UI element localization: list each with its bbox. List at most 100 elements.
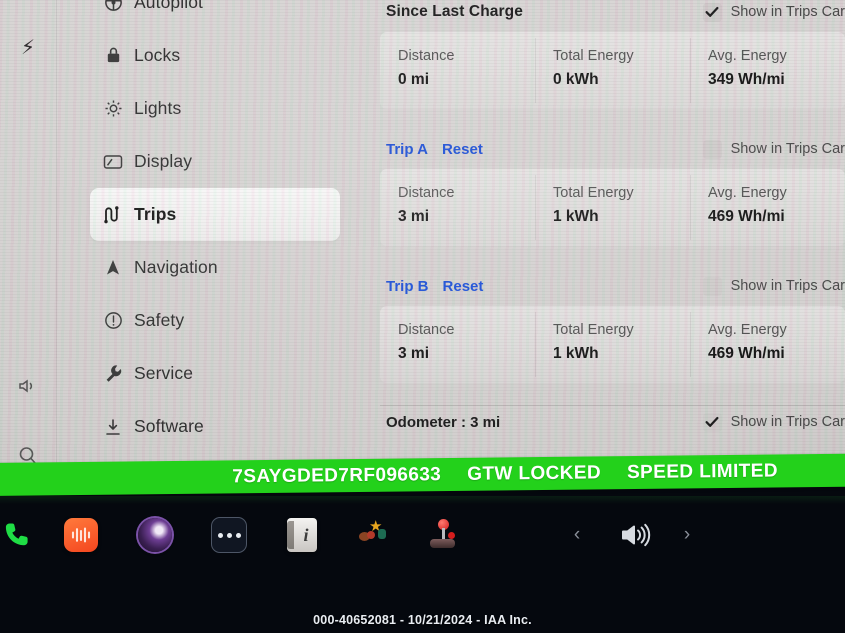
- stat-label: Distance: [398, 185, 455, 201]
- show-in-trips-card-toggle-trip-b[interactable]: Show in Trips Car: [702, 276, 845, 296]
- sidebar-item-label: Trips: [134, 204, 177, 224]
- sidebar-item-navigation[interactable]: Navigation: [90, 241, 340, 294]
- odometer-value: Odometer : 3 mi: [386, 413, 501, 431]
- wrench-icon: [100, 361, 126, 387]
- media-icon: [64, 518, 98, 552]
- stat-cell-total-energy: Total Energy 0 kWh: [535, 32, 690, 109]
- stat-value: 0 kWh: [553, 71, 599, 88]
- camera-icon: [138, 518, 172, 552]
- checkbox-unchecked[interactable]: [702, 276, 722, 296]
- chevron-right-icon: ›: [683, 524, 691, 545]
- trip-name[interactable]: Trip B: [386, 278, 429, 295]
- sidebar-item-lights[interactable]: Lights: [90, 82, 340, 135]
- stat-value: 469 Wh/mi: [708, 208, 785, 225]
- sidebar-item-label: Display: [134, 151, 193, 171]
- stat-value: 1 kWh: [553, 345, 599, 362]
- dock-icon-row: i ★ ‹ ›: [0, 506, 845, 568]
- volume-prev-button[interactable]: ‹: [562, 506, 592, 564]
- sidebar-item-software[interactable]: Software: [90, 400, 340, 453]
- info-notes-icon: i: [287, 518, 317, 552]
- stat-cell-total-energy: Total Energy 1 kWh: [535, 306, 690, 383]
- speaker-icon: [622, 523, 651, 547]
- stat-value: 1 kWh: [553, 208, 599, 225]
- checkbox-unchecked[interactable]: [702, 139, 722, 159]
- stat-value: 349 Wh/mi: [708, 71, 785, 88]
- steering-wheel-icon: [100, 0, 126, 16]
- dock-item-more[interactable]: [200, 506, 258, 564]
- trip-b-header: Trip B Reset: [386, 278, 483, 295]
- volume-button[interactable]: [608, 506, 666, 564]
- stat-label: Total Energy: [553, 185, 634, 201]
- stat-label: Total Energy: [553, 322, 634, 338]
- dock-item-toybox[interactable]: ★: [345, 506, 403, 564]
- checkbox-label: Show in Trips Car: [730, 414, 845, 430]
- dock-item-phone[interactable]: [0, 506, 46, 564]
- toybox-icon: ★: [357, 518, 391, 552]
- stat-label: Avg. Energy: [708, 322, 787, 338]
- stat-label: Avg. Energy: [708, 48, 787, 64]
- stat-label: Total Energy: [553, 48, 634, 64]
- vin-text: 7SAYGDED7RF096633: [232, 463, 442, 487]
- bottom-dock: i ★ ‹ › 000-40652081 - 10/21/2024 - IAA …: [0, 496, 845, 633]
- sidebar-item-safety[interactable]: Safety: [90, 294, 340, 347]
- stat-cell-avg-energy: Avg. Energy 349 Wh/mi: [690, 32, 845, 109]
- odometer-row: Odometer : 3 mi Show in Trips Car: [380, 406, 845, 438]
- volume-next-button[interactable]: ›: [672, 506, 702, 564]
- stats-card-trip-b: Distance 3 mi Total Energy 1 kWh Avg. En…: [380, 306, 845, 383]
- sidebar-item-trips[interactable]: Trips: [90, 188, 340, 241]
- stat-cell-avg-energy: Avg. Energy 469 Wh/mi: [690, 169, 845, 246]
- checkbox-label: Show in Trips Car: [730, 141, 845, 157]
- sidebar-item-label: Navigation: [134, 257, 218, 277]
- checkbox-checked[interactable]: [702, 412, 722, 432]
- speed-limited-status: SPEED LIMITED: [626, 459, 779, 483]
- volume-icon[interactable]: [0, 376, 56, 401]
- trip-a-header: Trip A Reset: [386, 141, 483, 158]
- sidebar-item-display[interactable]: Display: [90, 135, 340, 188]
- sidebar-item-autopilot[interactable]: Autopilot: [90, 0, 340, 29]
- charging-bolt-icon[interactable]: ⚡: [0, 38, 56, 58]
- joystick-icon: [425, 518, 459, 552]
- stat-cell-distance: Distance 3 mi: [380, 306, 535, 383]
- auction-watermark: 000-40652081 - 10/21/2024 - IAA Inc.: [313, 613, 532, 627]
- show-in-trips-card-toggle-trip-a[interactable]: Show in Trips Car: [702, 139, 845, 159]
- sidebar-item-locks[interactable]: Locks: [90, 29, 340, 82]
- dock-item-arcade[interactable]: [413, 506, 471, 564]
- sidebar-item-service[interactable]: Service: [90, 347, 340, 400]
- section-title: Since Last Charge: [386, 3, 523, 20]
- chevron-left-icon: ‹: [573, 524, 581, 545]
- sidebar-item-label: Locks: [134, 45, 181, 65]
- section-header-trip-a: Trip A Reset Show in Trips Car: [380, 137, 845, 161]
- section-header-trip-b: Trip B Reset Show in Trips Car: [380, 274, 845, 298]
- stats-card-trip-a: Distance 3 mi Total Energy 1 kWh Avg. En…: [380, 169, 845, 246]
- download-icon: [100, 414, 126, 440]
- checkbox-label: Show in Trips Car: [730, 278, 845, 294]
- reset-trip-b-button[interactable]: Reset: [443, 278, 484, 295]
- stat-cell-distance: Distance 0 mi: [380, 32, 535, 109]
- vehicle-touchscreen: ⚡ Autopilot Locks Lights Display Trips N…: [0, 0, 845, 478]
- trip-name[interactable]: Trip A: [386, 141, 428, 158]
- sidebar-item-label: Lights: [134, 98, 182, 118]
- stat-cell-total-energy: Total Energy 1 kWh: [535, 169, 690, 246]
- stats-card-since-last-charge: Distance 0 mi Total Energy 0 kWh Avg. En…: [380, 32, 845, 109]
- section-header-since-last-charge: Since Last Charge Show in Trips Car: [380, 0, 845, 24]
- dock-item-media[interactable]: [52, 506, 110, 564]
- show-in-trips-card-toggle-odometer[interactable]: Show in Trips Car: [702, 412, 845, 432]
- dock-item-notes[interactable]: i: [273, 506, 331, 564]
- stat-label: Distance: [398, 48, 455, 64]
- sidebar-item-label: Service: [134, 363, 194, 383]
- checkbox-checked[interactable]: [702, 2, 722, 22]
- trips-icon: [100, 202, 126, 228]
- stat-cell-distance: Distance 3 mi: [380, 169, 535, 246]
- display-icon: [100, 149, 126, 175]
- stat-value: 0 mi: [398, 71, 430, 88]
- reset-trip-a-button[interactable]: Reset: [442, 141, 483, 158]
- navigation-icon: [100, 255, 126, 281]
- dock-item-camera[interactable]: [126, 506, 184, 564]
- more-icon: [211, 517, 247, 553]
- sidebar-item-label: Autopilot: [134, 0, 204, 12]
- gtw-locked-status: GTW LOCKED: [467, 461, 602, 485]
- sidebar-item-label: Software: [134, 416, 204, 436]
- show-in-trips-card-toggle-since-last-charge[interactable]: Show in Trips Car: [702, 2, 845, 22]
- stat-value: 469 Wh/mi: [708, 345, 785, 362]
